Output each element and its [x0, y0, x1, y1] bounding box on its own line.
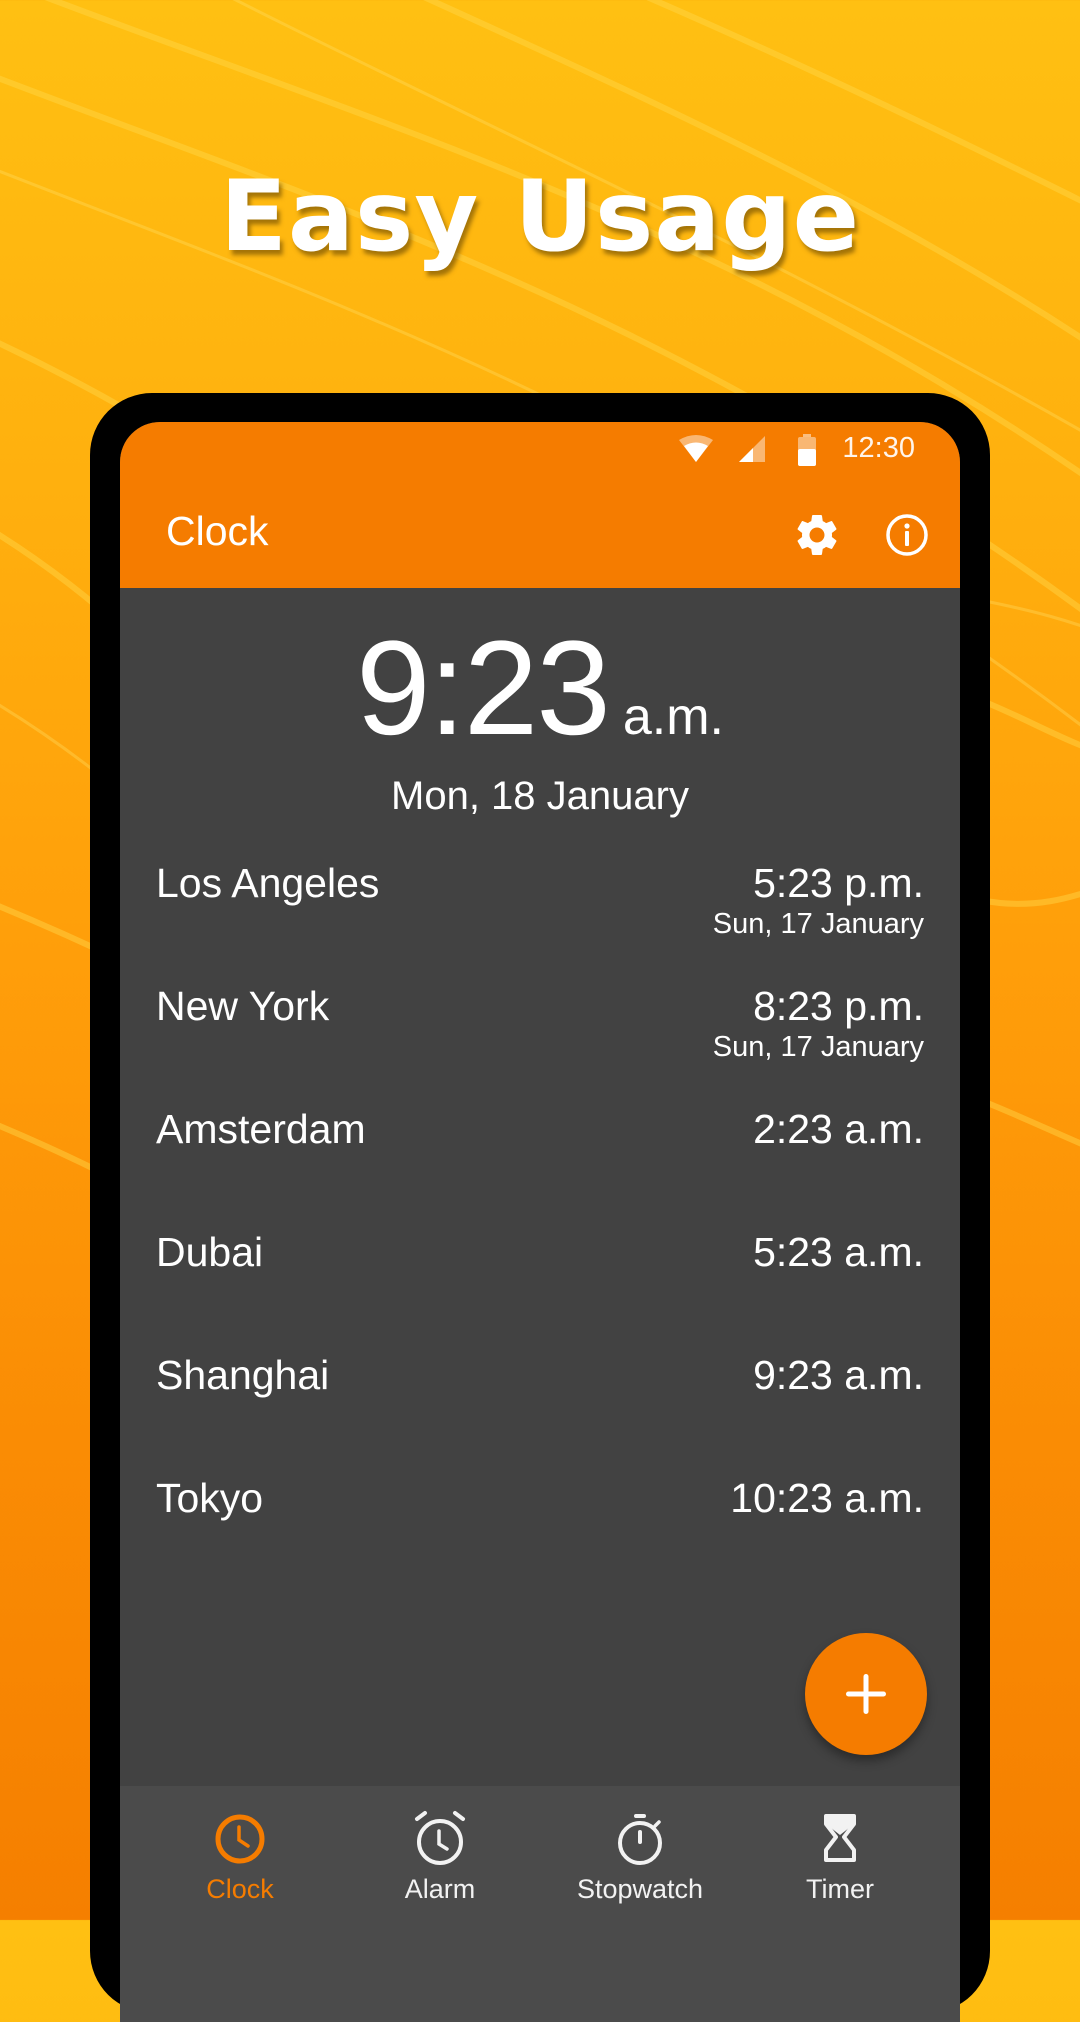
world-clock-row[interactable]: Tokyo 10:23 a.m. [120, 1467, 960, 1590]
world-clock-row[interactable]: New York 8:23 p.m. Sun, 17 January [120, 975, 960, 1098]
battery-icon [798, 434, 816, 466]
phone-screen: 12:30 Clock 9:23 a.m. Mon, 18 January Los… [120, 422, 960, 2022]
city-time: 10:23 a.m. [730, 1475, 924, 1521]
nav-tab-clock[interactable]: Clock [140, 1786, 340, 1926]
promo-headline: Easy Usage [219, 160, 861, 274]
nav-tab-stopwatch[interactable]: Stopwatch [540, 1786, 740, 1926]
gear-icon [797, 515, 837, 555]
cellular-signal-icon [739, 436, 765, 462]
nav-label: Clock [206, 1874, 274, 1904]
main-ampm: a.m. [622, 688, 724, 746]
world-clock-row[interactable]: Los Angeles 5:23 p.m. Sun, 17 January [120, 852, 960, 975]
status-time: 12:30 [842, 432, 915, 464]
city-name: Tokyo [156, 1475, 264, 1521]
settings-button[interactable] [792, 510, 842, 560]
clock-icon [215, 1814, 265, 1864]
city-name: New York [156, 983, 330, 1029]
status-bar: 12:30 [120, 422, 960, 478]
nav-label: Stopwatch [576, 1874, 704, 1904]
info-icon [886, 514, 928, 556]
nav-label: Timer [806, 1874, 874, 1904]
city-name: Los Angeles [156, 860, 380, 906]
city-date: Sun, 17 January [712, 908, 924, 940]
city-name: Shanghai [156, 1352, 330, 1398]
city-time: 9:23 a.m. [753, 1352, 924, 1398]
world-clock-list: Los Angeles 5:23 p.m. Sun, 17 January Ne… [120, 852, 960, 1590]
world-clock-row[interactable]: Shanghai 9:23 a.m. [120, 1344, 960, 1467]
nav-label: Alarm [404, 1874, 476, 1904]
main-time: 9:23 [356, 614, 611, 763]
plus-icon [846, 1674, 886, 1714]
city-name: Amsterdam [156, 1106, 366, 1152]
wifi-icon [679, 435, 713, 462]
world-clock-row[interactable]: Dubai 5:23 a.m. [120, 1221, 960, 1344]
main-date: Mon, 18 January [391, 774, 689, 818]
city-name: Dubai [156, 1229, 264, 1275]
city-time: 2:23 a.m. [753, 1106, 924, 1152]
city-time: 8:23 p.m. [753, 983, 924, 1029]
app-title: Clock [166, 508, 269, 554]
city-time: 5:23 p.m. [753, 860, 924, 906]
nav-tab-timer[interactable]: Timer [740, 1786, 940, 1926]
bottom-navigation: Clock Alarm Stopwatch Timer [120, 1786, 960, 2022]
nav-tab-alarm[interactable]: Alarm [340, 1786, 540, 1926]
city-time: 5:23 a.m. [753, 1229, 924, 1275]
world-clock-row[interactable]: Amsterdam 2:23 a.m. [120, 1098, 960, 1221]
add-city-button[interactable] [805, 1633, 927, 1755]
city-date: Sun, 17 January [712, 1031, 924, 1063]
app-bar: 12:30 Clock [120, 422, 960, 588]
stopwatch-icon [618, 1814, 662, 1865]
info-button[interactable] [882, 510, 932, 560]
hourglass-icon [824, 1814, 856, 1862]
alarm-clock-icon [415, 1811, 465, 1865]
main-clock: 9:23 a.m. [120, 612, 960, 765]
